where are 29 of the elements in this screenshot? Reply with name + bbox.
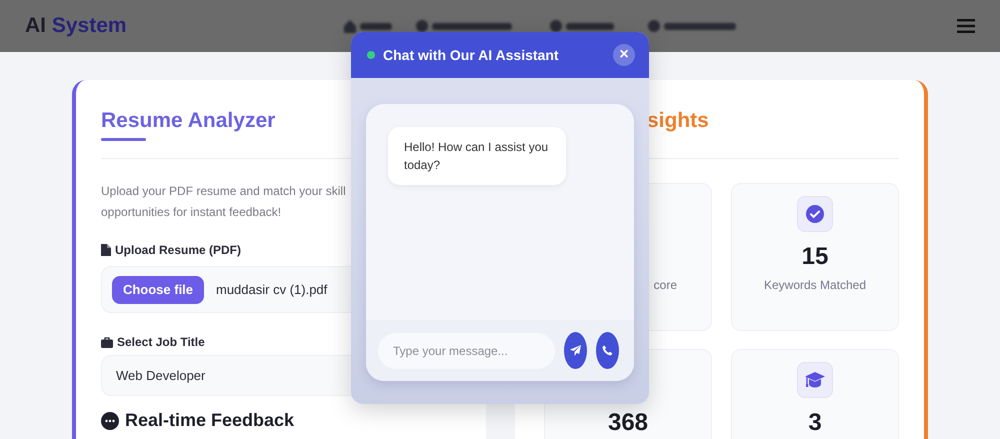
message-input[interactable]: Type your message... — [378, 332, 555, 368]
phone-icon — [602, 345, 613, 356]
description-text: opportunities for instant feedback! — [101, 204, 282, 221]
stat-label: core — [654, 278, 678, 292]
card-title: sights — [646, 108, 710, 134]
pdf-file-icon — [101, 244, 111, 256]
section-heading: Real-time Feedback — [125, 410, 294, 431]
description-text: Upload your PDF resume and match your skill — [101, 183, 347, 200]
paper-plane-icon — [570, 345, 581, 356]
stat-value: 3 — [808, 408, 822, 438]
graduation-cap-icon — [804, 371, 826, 389]
choose-file-button[interactable]: Choose file — [112, 276, 204, 304]
stat-value: 15 — [802, 242, 828, 272]
call-button[interactable] — [596, 332, 619, 369]
chat-bubble-icon — [101, 412, 119, 430]
chat-title: Chat with Our AI Assistant — [383, 47, 559, 63]
menu-icon[interactable] — [957, 19, 975, 33]
message-bubble: Hello! How can I assist you today? — [388, 127, 566, 185]
check-circle-icon — [806, 205, 824, 223]
send-button[interactable] — [564, 332, 587, 369]
close-button[interactable]: × — [613, 44, 635, 66]
stat-value: 368 — [608, 408, 648, 438]
stat-label: Keywords Matched — [764, 278, 866, 292]
field-label: Select Job Title — [117, 335, 205, 349]
card-title: Resume Analyzer — [101, 108, 276, 134]
field-label: Upload Resume (PDF) — [115, 243, 242, 257]
logo[interactable]: AI System — [25, 14, 127, 38]
briefcase-icon — [101, 336, 113, 348]
file-name: muddasir cv (1).pdf — [216, 282, 328, 297]
